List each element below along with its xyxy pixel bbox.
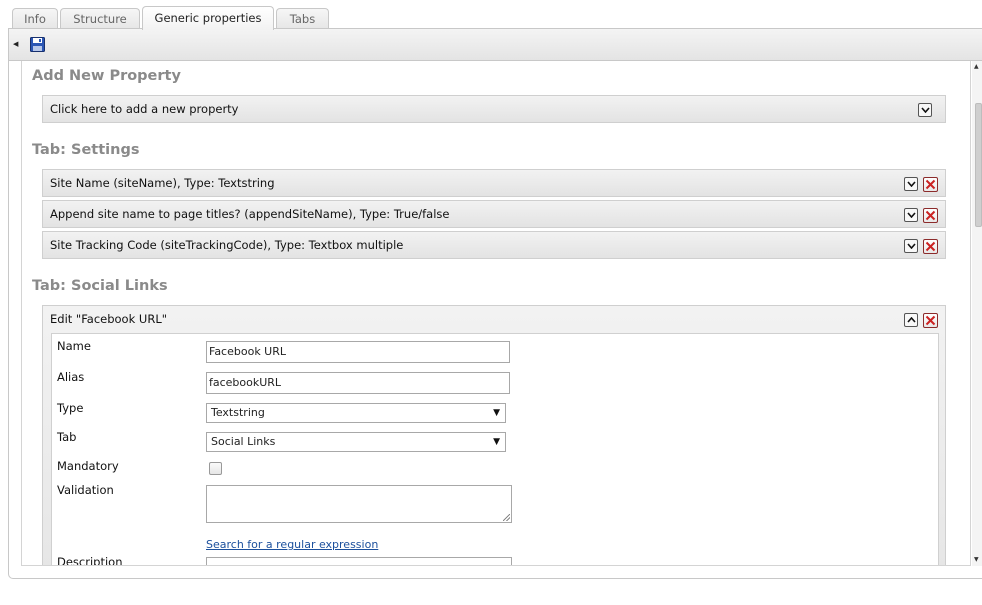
tab-label: Tab — [57, 430, 77, 444]
regex-search-link[interactable]: Search for a regular expression — [206, 538, 378, 551]
delete-icon[interactable] — [923, 239, 938, 254]
add-property-heading: Add New Property — [32, 68, 181, 84]
edit-property-header: Edit "Facebook URL" — [50, 312, 168, 326]
tab-tabs[interactable]: Tabs — [276, 8, 329, 29]
type-label: Type — [57, 401, 84, 415]
name-label: Name — [57, 339, 91, 353]
type-select[interactable]: Textstring ▼ — [206, 403, 506, 423]
save-icon[interactable] — [30, 37, 45, 52]
name-input[interactable]: Facebook URL — [206, 341, 510, 363]
dropdown-arrow-icon: ▼ — [493, 408, 500, 418]
add-property-label: Click here to add a new property — [50, 102, 239, 116]
validation-label: Validation — [57, 483, 114, 497]
alias-input[interactable]: facebookURL — [206, 372, 510, 394]
expand-icon[interactable] — [904, 208, 918, 222]
edit-property-form: Name Facebook URL Alias facebookURL Type… — [51, 333, 939, 566]
tab-select-value: Social Links — [211, 435, 276, 448]
tab-generic-properties[interactable]: Generic properties — [142, 6, 274, 30]
delete-icon[interactable] — [923, 313, 938, 328]
delete-icon[interactable] — [923, 177, 938, 192]
delete-icon[interactable] — [923, 208, 938, 223]
properties-panel: Add New Property Click here to add a new… — [21, 61, 971, 566]
expand-icon[interactable] — [918, 103, 932, 117]
scroll-up-icon[interactable]: ▲ — [974, 63, 979, 71]
settings-heading: Tab: Settings — [32, 142, 140, 158]
validation-textarea[interactable] — [206, 485, 512, 523]
property-label: Append site name to page titles? (append… — [50, 207, 450, 221]
tab-info[interactable]: Info — [12, 8, 58, 29]
property-label: Site Tracking Code (siteTrackingCode), T… — [50, 238, 404, 252]
description-label: Description — [57, 555, 123, 566]
vertical-scrollbar[interactable]: ▲ ▼ — [972, 61, 982, 566]
scroll-down-icon[interactable]: ▼ — [974, 556, 979, 564]
property-row-site-tracking-code[interactable]: Site Tracking Code (siteTrackingCode), T… — [42, 231, 946, 259]
description-textarea[interactable] — [206, 557, 512, 565]
property-row-site-name[interactable]: Site Name (siteName), Type: Textstring — [42, 169, 946, 197]
toolbar: ◀ — [8, 28, 982, 61]
add-property-row[interactable]: Click here to add a new property — [42, 95, 946, 123]
tab-bar: Info Structure Generic properties Tabs — [8, 6, 982, 30]
editor-frame: Add New Property Click here to add a new… — [8, 61, 982, 579]
scroll-thumb[interactable] — [975, 103, 982, 227]
alias-label: Alias — [57, 370, 85, 384]
expand-icon[interactable] — [904, 177, 918, 191]
property-row-append-site-name[interactable]: Append site name to page titles? (append… — [42, 200, 946, 228]
type-select-value: Textstring — [211, 406, 265, 419]
expand-icon[interactable] — [904, 239, 918, 253]
edit-property-panel: Edit "Facebook URL" Name Facebook URL Al… — [42, 305, 946, 566]
social-links-heading: Tab: Social Links — [32, 278, 168, 294]
collapse-arrow-icon[interactable]: ◀ — [13, 39, 21, 49]
dropdown-arrow-icon: ▼ — [493, 437, 500, 447]
tab-structure[interactable]: Structure — [60, 8, 140, 29]
resize-handle-icon[interactable] — [503, 514, 510, 521]
mandatory-label: Mandatory — [57, 459, 119, 473]
tab-select[interactable]: Social Links ▼ — [206, 432, 506, 452]
collapse-icon[interactable] — [904, 313, 918, 327]
property-label: Site Name (siteName), Type: Textstring — [50, 176, 275, 190]
mandatory-checkbox[interactable] — [209, 462, 222, 475]
